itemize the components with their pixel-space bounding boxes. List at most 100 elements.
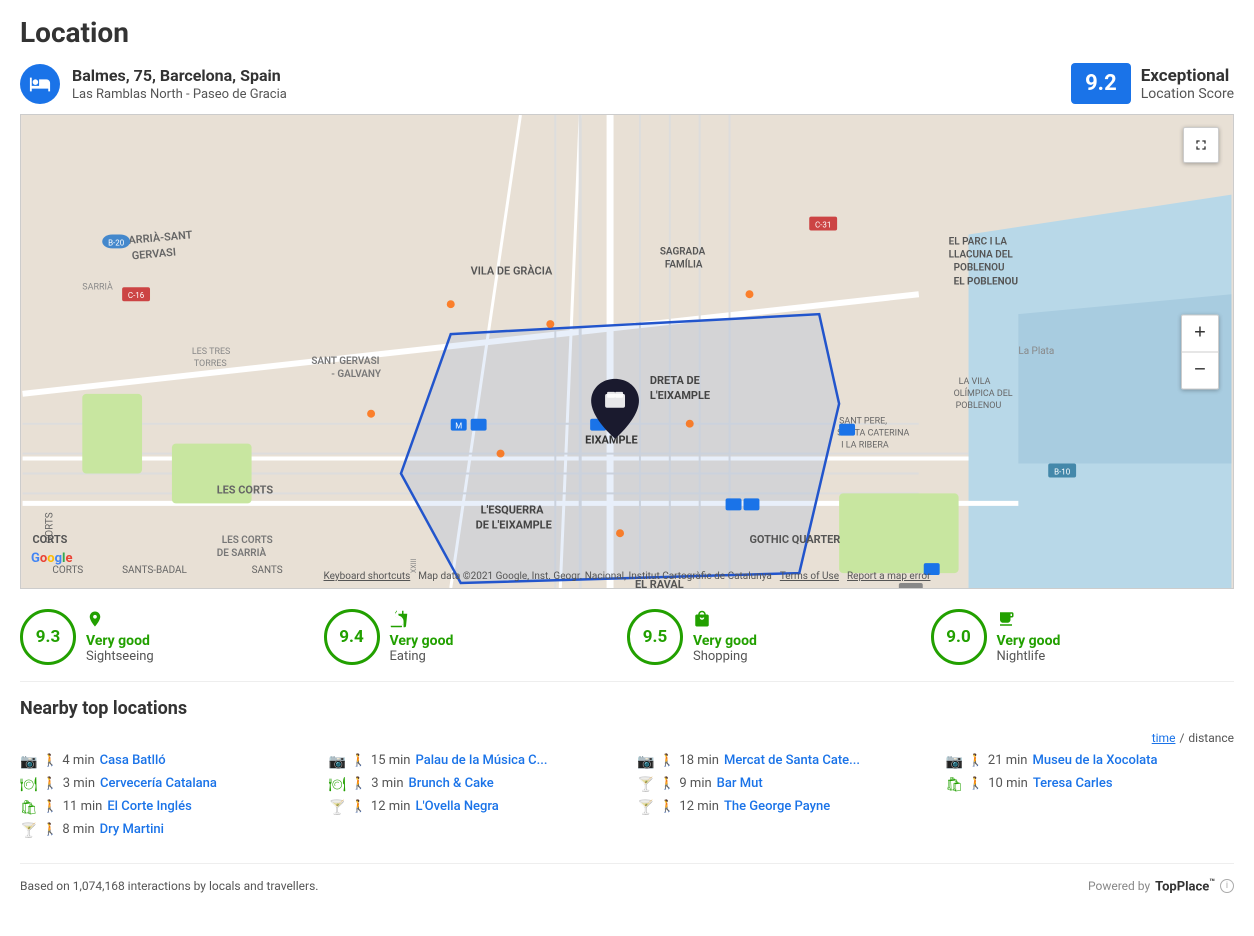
svg-text:I LA RIBERA: I LA RIBERA [841, 441, 889, 451]
svg-text:TORRES: TORRES [194, 359, 227, 369]
nearby-column-2: 📷 🚶 15 min Palau de la Música C... 🍽 🚶 3… [329, 753, 618, 839]
nightlife-cat-icon: 🍸 [637, 777, 654, 793]
walk-icon: 🚶 [968, 753, 983, 767]
svg-text:CORTS: CORTS [33, 533, 68, 546]
walk-icon: 🚶 [43, 799, 58, 813]
walk-icon: 🚶 [43, 776, 58, 790]
nearby-title: Nearby top locations [20, 698, 1234, 719]
walk-icon: 🚶 [659, 799, 674, 813]
nearby-item: 🛍 🚶 11 min El Corte Inglés [20, 799, 309, 816]
score-name-sightseeing: Sightseeing [86, 649, 154, 664]
page-container: Location Balmes, 75, Barcelona, Spain La… [0, 0, 1254, 914]
walk-time: 21 min [988, 753, 1028, 768]
svg-text:DE L'EIXAMPLE: DE L'EIXAMPLE [476, 518, 552, 531]
svg-text:OLÍMPICA DEL: OLÍMPICA DEL [954, 387, 1013, 399]
footer-row: Based on 1,074,168 interactions by local… [20, 863, 1234, 898]
score-circle-eating: 9.4 [324, 609, 380, 665]
map-data: Map data ©2021 Google, Inst. Geogr. Naci… [418, 571, 772, 582]
report-map-error[interactable]: Report a map error [847, 571, 930, 582]
walk-time: 10 min [988, 776, 1028, 791]
nearby-grid: 📷 🚶 4 min Casa Batlló 🍽 🚶 3 min Cervecer… [20, 753, 1234, 839]
svg-text:C-16: C-16 [128, 291, 145, 300]
svg-text:EL PARC I LA: EL PARC I LA [949, 236, 1008, 247]
svg-text:LES CORTS: LES CORTS [217, 483, 274, 496]
map-svg: SARRIÀ-SANT GERVASI SARRIÀ LES TRES TORR… [21, 115, 1233, 588]
score-name-shopping: Shopping [693, 649, 757, 664]
svg-text:C-31: C-31 [815, 221, 831, 230]
svg-text:B-20: B-20 [108, 238, 125, 247]
nightlife-cat-icon: 🍸 [20, 823, 37, 839]
info-icon[interactable]: i [1220, 879, 1234, 893]
time-link[interactable]: time [1152, 731, 1176, 745]
address-main: Balmes, 75, Barcelona, Spain [72, 66, 287, 85]
location-header: Balmes, 75, Barcelona, Spain Las Ramblas… [20, 63, 1234, 104]
nightlife-cat-icon: 🍸 [637, 800, 654, 816]
nearby-column-3: 📷 🚶 18 min Mercat de Santa Cate... 🍸 🚶 9… [637, 753, 926, 839]
svg-text:B-10: B-10 [1054, 467, 1071, 476]
nearby-item: 📷 🚶 21 min Museu de la Xocolata [946, 753, 1235, 770]
svg-text:POBLENOU: POBLENOU [956, 401, 1002, 411]
nearby-place-name[interactable]: Bar Mut [717, 776, 763, 791]
walk-time: 15 min [371, 753, 411, 768]
walk-icon: 🚶 [351, 753, 366, 767]
nearby-place-name[interactable]: Mercat de Santa Cate... [724, 753, 860, 768]
shopping-cat-icon: 🛍 [20, 800, 38, 816]
walk-time: 4 min [62, 753, 94, 768]
walk-time: 9 min [679, 776, 711, 791]
nearby-place-name[interactable]: L'Ovella Negra [415, 799, 498, 814]
svg-text:LES TRES: LES TRES [192, 347, 231, 357]
score-label: Exceptional Location Score [1141, 66, 1234, 102]
svg-text:LES CORTS: LES CORTS [222, 535, 273, 546]
score-rating-eating: Very good [390, 633, 454, 649]
nearby-item: 🍽 🚶 3 min Cervecería Catalana [20, 776, 309, 793]
fullscreen-button[interactable] [1183, 127, 1219, 163]
score-item-nightlife: 9.0 Very good Nightlife [931, 609, 1235, 665]
score-details-nightlife: Very good Nightlife [997, 610, 1061, 664]
nightlife-icon [997, 610, 1061, 632]
nearby-section: Nearby top locations time / distance 📷 🚶… [20, 682, 1234, 849]
walk-time: 3 min [63, 776, 95, 791]
svg-text:- GALVANY: - GALVANY [331, 369, 382, 380]
nearby-place-name[interactable]: Teresa Carles [1033, 776, 1113, 791]
shopping-icon [693, 610, 757, 632]
svg-text:SARRIÀ: SARRIÀ [82, 280, 113, 292]
nearby-place-name[interactable]: Brunch & Cake [409, 776, 494, 791]
walk-time: 12 min [371, 799, 411, 814]
svg-text:GOTHIC QUARTER: GOTHIC QUARTER [749, 533, 840, 546]
score-exceptional: Exceptional [1141, 66, 1234, 86]
score-name-eating: Eating [390, 649, 454, 664]
score-circle-shopping: 9.5 [627, 609, 683, 665]
score-item-sightseeing: 9.3 Very good Sightseeing [20, 609, 324, 665]
svg-text:FAMÍLIA: FAMÍLIA [665, 258, 703, 270]
score-details-shopping: Very good Shopping [693, 610, 757, 664]
nearby-place-name[interactable]: El Corte Inglés [107, 799, 191, 814]
nearby-place-name[interactable]: Casa Batlló [100, 753, 166, 768]
nearby-item: 🍽 🚶 3 min Brunch & Cake [329, 776, 618, 793]
score-details-eating: Very good Eating [390, 610, 454, 664]
walk-time: 3 min [371, 776, 403, 791]
walk-icon: 🚶 [659, 753, 674, 767]
scores-section: 9.3 Very good Sightseeing 9.4 Very good … [20, 589, 1234, 682]
address-block: Balmes, 75, Barcelona, Spain Las Ramblas… [72, 66, 287, 102]
footer-text: Based on 1,074,168 interactions by local… [20, 879, 318, 893]
terms-of-use[interactable]: Terms of Use [780, 571, 839, 582]
distance-link[interactable]: distance [1188, 731, 1234, 745]
nearby-item: 📷 🚶 18 min Mercat de Santa Cate... [637, 753, 926, 770]
nearby-place-name[interactable]: The George Payne [724, 799, 830, 814]
nearby-item: 🍸 🚶 9 min Bar Mut [637, 776, 926, 793]
zoom-in-button[interactable]: + [1182, 315, 1218, 351]
map-container[interactable]: SARRIÀ-SANT GERVASI SARRIÀ LES TRES TORR… [20, 114, 1234, 589]
walk-icon: 🚶 [42, 822, 57, 836]
nightlife-cat-icon: 🍸 [329, 800, 346, 816]
keyboard-shortcuts[interactable]: Keyboard shortcuts [324, 571, 411, 582]
svg-text:M: M [455, 422, 462, 431]
nearby-place-name[interactable]: Palau de la Música C... [415, 753, 547, 768]
score-badge: 9.2 Exceptional Location Score [1071, 63, 1234, 104]
score-rating-nightlife: Very good [997, 633, 1061, 649]
score-circle-sightseeing: 9.3 [20, 609, 76, 665]
nearby-place-name[interactable]: Cervecería Catalana [100, 776, 217, 791]
svg-text:22: 22 [906, 587, 915, 588]
nearby-place-name[interactable]: Museu de la Xocolata [1032, 753, 1157, 768]
zoom-out-button[interactable]: − [1182, 352, 1218, 388]
nearby-place-name[interactable]: Dry Martini [100, 822, 164, 837]
